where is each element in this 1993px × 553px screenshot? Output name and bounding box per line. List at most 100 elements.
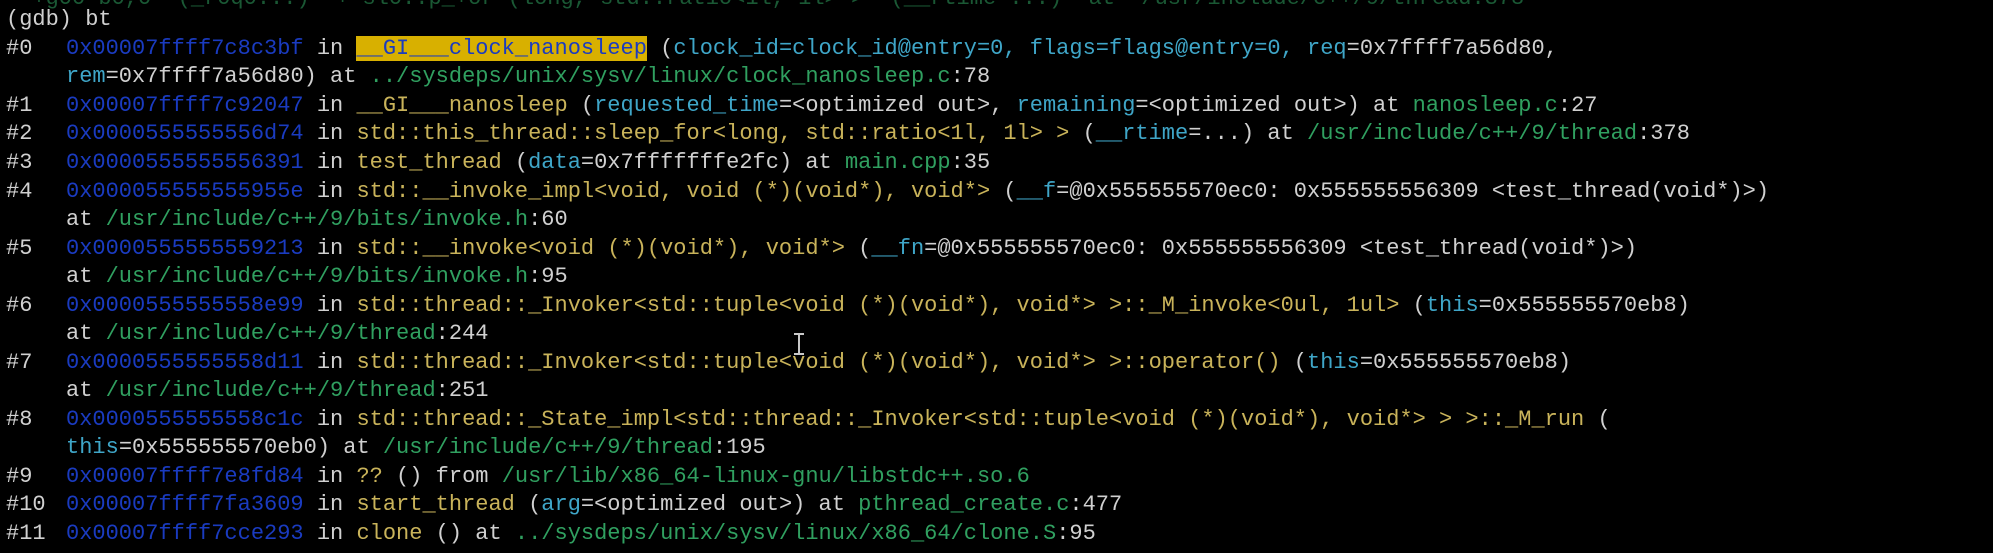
backtrace-frame-1: #1 0x00007ffff7c92047 in __GI___nanosleep… [6, 92, 1598, 120]
frame-number: #0 [6, 36, 33, 61]
frame-source-file: pthread_create.c [858, 492, 1070, 517]
frame-address: 0x00007ffff7cce293 [66, 521, 304, 546]
frame-function: std::thread::_Invoker<std::tuple<void (*… [356, 293, 1400, 318]
frame-separator: ( [1069, 121, 1096, 146]
frame-source-file: /usr/include/c++/9/thread [382, 435, 713, 460]
frame-separator: ( [1584, 407, 1611, 432]
frame-function: std::__invoke<void (*)(void*), void*> [356, 236, 845, 261]
frame-function: __GI___nanosleep [356, 93, 568, 118]
frame-source-file: main.cpp [844, 150, 951, 175]
frame-arg-name: arg [541, 492, 581, 517]
frame-separator: ( [646, 36, 674, 61]
frame-at: at [66, 264, 106, 289]
frame-source-file: nanosleep.c [1412, 93, 1558, 118]
frame-arg-name: req [1307, 36, 1347, 61]
frame-number: #6 [6, 293, 33, 318]
frame-address: 0x000055555555955e [66, 179, 304, 204]
frame-number: #9 [6, 464, 33, 489]
frame-separator: ( [1280, 350, 1308, 375]
frame-address: 0x0000555555556d74 [66, 121, 304, 146]
backtrace-frame-6: #6 0x0000555555558e99 in std::thread::_In… [6, 292, 1690, 320]
frame-arg-value: =<optimized out>, [778, 93, 1017, 118]
backtrace-frame-0: #0 0x00007ffff7c8c3bf in __GI___clock_nan… [6, 35, 1558, 63]
frame-arg-value: =clock_id@entry=0, [778, 36, 1030, 61]
frame-address: 0x0000555555558d11 [66, 350, 304, 375]
backtrace-frame-2: #2 0x0000555555556d74 in std::this_thread… [6, 120, 1690, 148]
frame-number: #1 [6, 93, 33, 118]
frame-arg-value: =@0x555555570ec0: 0x555555556309 <test_t… [1056, 179, 1770, 204]
frame-source-file: /usr/include/c++/9/bits/invoke.h [105, 264, 529, 289]
frame-address: 0x00007ffff7fa3609 [66, 492, 304, 517]
frame-source-file: ../sysdeps/unix/sysv/linux/x86_64/clone.… [514, 521, 1057, 546]
frame-source-line: :378 [1637, 121, 1690, 146]
frame-source-line: :78 [950, 64, 991, 89]
frame-arg-value: =0x555555570eb8) [1478, 293, 1690, 318]
frame-function-highlighted: __GI___clock_nanosleep [356, 36, 647, 61]
frame-address: 0x0000555555558c1c [66, 407, 304, 432]
backtrace-frame-4-continued: at /usr/include/c++/9/bits/invoke.h:60 [6, 206, 568, 234]
backtrace-frame-9: #9 0x00007ffff7e8fd84 in ?? () from /usr/… [6, 463, 1030, 491]
frame-address: 0x0000555555559213 [66, 236, 304, 261]
frame-arg-value: =0x7fffffffe2fc) at [580, 150, 845, 175]
frame-arg-name: flags [1029, 36, 1096, 61]
frame-number: #10 [6, 492, 46, 517]
frame-number: #3 [6, 150, 33, 175]
frame-source-file: ../sysdeps/unix/sysv/linux/clock_nanosle… [369, 64, 951, 89]
frame-in: in [303, 36, 357, 61]
frame-arg-name: clock_id [673, 36, 779, 61]
frame-at: at [66, 207, 106, 232]
frame-function: start_thread [356, 492, 515, 517]
frame-in: in [303, 93, 357, 118]
frame-arg-value: =<optimized out>) at [580, 492, 859, 517]
frame-at: at [66, 321, 106, 346]
frame-source-line: :60 [528, 207, 568, 232]
frame-arg-name: rem [66, 64, 106, 89]
frame-separator: ( [990, 179, 1017, 204]
frame-function: std::__invoke_impl<void, void (*)(void*)… [356, 179, 991, 204]
frame-address: 0x00007ffff7c92047 [66, 93, 304, 118]
frame-separator: () from [382, 464, 502, 489]
frame-arg-value: =flags@entry=0, [1095, 36, 1308, 61]
frame-arg-value: =...) at [1188, 121, 1308, 146]
frame-arg-name: __f [1016, 179, 1057, 204]
frame-in: in [303, 236, 357, 261]
frame-number: #4 [6, 179, 33, 204]
partial-text: ~ +g00 b0,0 (_r0q0...) + sl0..p_+or (lon… [6, 0, 1524, 11]
frame-source-line: :95 [528, 264, 568, 289]
frame-source-line: :244 [435, 321, 489, 346]
backtrace-frame-3: #3 0x0000555555556391 in test_thread (dat… [6, 149, 990, 177]
frame-arg-value: =0x555555570eb0) at [118, 435, 383, 460]
backtrace-frame-8: #8 0x0000555555558c1c in std::thread::_St… [6, 406, 1611, 434]
frame-in: in [303, 293, 357, 318]
frame-address: 0x00007ffff7c8c3bf [66, 36, 304, 61]
backtrace-frame-0-continued: rem=0x7ffff7a56d80) at ../sysdeps/unix/s… [6, 63, 990, 91]
frame-source-file: /usr/include/c++/9/thread [105, 321, 436, 346]
frame-function: ?? [356, 464, 383, 489]
frame-address: 0x00007ffff7e8fd84 [66, 464, 304, 489]
frame-at: at [66, 378, 106, 403]
frame-arg-name: __fn [871, 236, 925, 261]
backtrace-frame-5: #5 0x0000555555559213 in std::__invoke<vo… [6, 235, 1637, 263]
frame-function: std::this_thread::sleep_for<long, std::r… [356, 121, 1070, 146]
frame-function: clone [356, 521, 423, 546]
frame-in: in [303, 179, 357, 204]
frame-arg-name: requested_time [594, 93, 779, 118]
terminal-line-partial: ~ +g00 b0,0 (_r0q0...) + sl0..p_+or (lon… [6, 0, 1524, 13]
text-cursor-icon [794, 333, 804, 355]
frame-arg-value: =@0x555555570ec0: 0x555555556309 <test_t… [924, 236, 1638, 261]
frame-number: #8 [6, 407, 33, 432]
frame-source-line: :195 [712, 435, 766, 460]
frame-source-line: :251 [435, 378, 489, 403]
frame-source-line: :95 [1056, 521, 1096, 546]
frame-in: in [303, 521, 357, 546]
backtrace-frame-10: #10 0x00007ffff7fa3609 in start_thread (a… [6, 491, 1122, 519]
terminal-window[interactable]: ~ +g00 b0,0 (_r0q0...) + sl0..p_+or (lon… [0, 0, 1993, 553]
frame-number: #2 [6, 121, 33, 146]
frame-arg-value: =0x7ffff7a56d80, [1346, 36, 1558, 61]
frame-in: in [303, 492, 357, 517]
backtrace-frame-7: #7 0x0000555555558d11 in std::thread::_In… [6, 349, 1571, 377]
frame-source-line: :477 [1069, 492, 1123, 517]
frame-arg-name: this [1425, 293, 1479, 318]
frame-separator: ( [501, 150, 529, 175]
frame-in: in [303, 350, 357, 375]
